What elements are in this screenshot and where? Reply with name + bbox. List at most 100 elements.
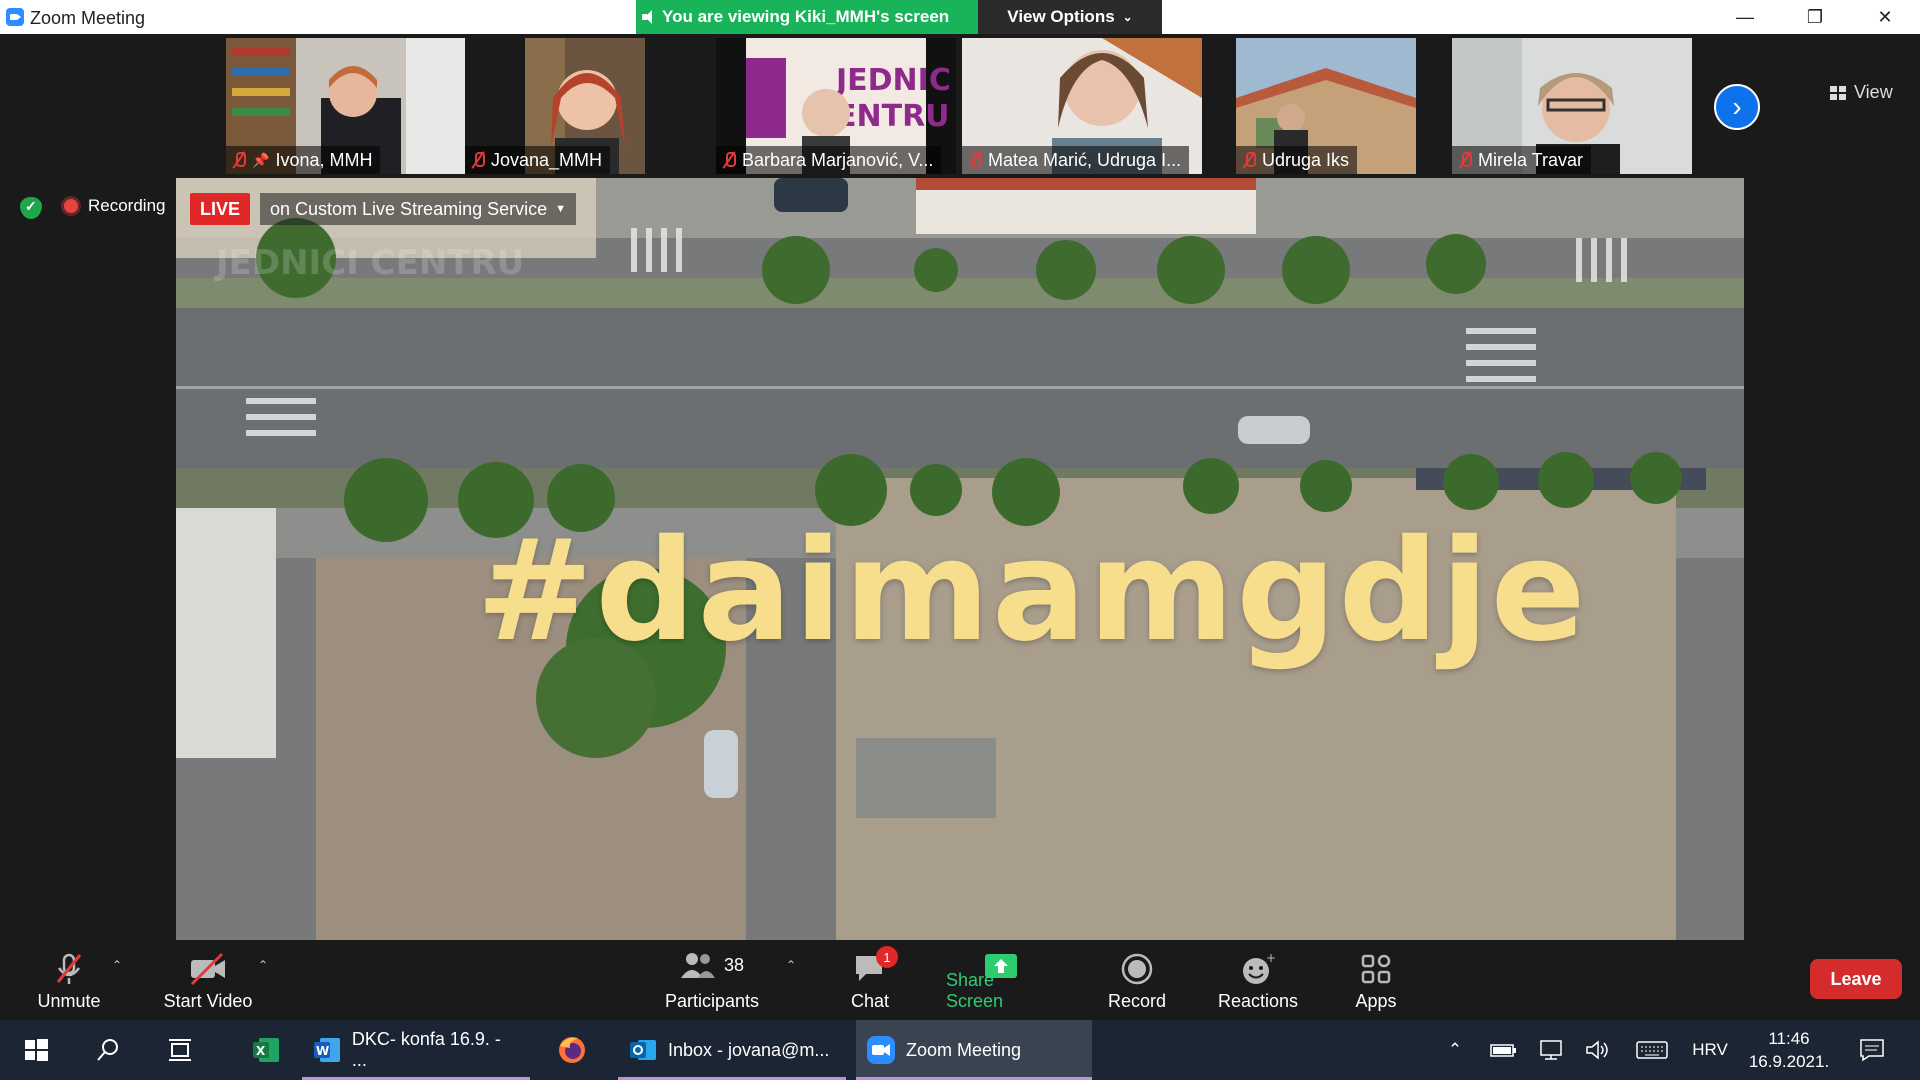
recording-indicator[interactable]: Recording <box>64 196 166 216</box>
system-clock[interactable]: 11:46 16.9.2021. <box>1744 1027 1834 1073</box>
view-options-button[interactable]: View Options ⌄ <box>978 0 1162 34</box>
mic-muted-icon <box>232 151 246 169</box>
participant-name: Jovana_MMH <box>491 149 603 170</box>
reactions-button[interactable]: + Reactions <box>1212 946 1304 1016</box>
view-button[interactable]: View <box>1830 82 1893 103</box>
show-hidden-icons-button[interactable]: ⌃ <box>1440 1020 1470 1080</box>
taskbar-word[interactable]: W DKC- konfa 16.9. - ... <box>302 1020 530 1080</box>
chat-label: Chat <box>850 991 890 1011</box>
keyboard-icon[interactable] <box>1632 1020 1672 1080</box>
view-options-label: View Options <box>1007 7 1115 26</box>
share-screen-button[interactable]: Share Screen <box>946 946 1056 1016</box>
participant-tile[interactable]: JEDNIC ENTRU Barbara Marjanović, V... <box>716 38 956 174</box>
participant-name: Ivona, MMH <box>275 149 373 170</box>
mic-muted-icon <box>471 151 485 169</box>
taskbar-zoom[interactable]: Zoom Meeting <box>856 1020 1092 1080</box>
start-button[interactable] <box>14 1020 58 1080</box>
clock-date: 16.9.2021. <box>1748 1052 1830 1071</box>
video-options-caret[interactable]: ⌃ <box>258 958 268 972</box>
leave-button[interactable]: Leave <box>1810 959 1902 999</box>
apps-icon <box>1361 954 1391 984</box>
grid-view-icon <box>1830 85 1846 100</box>
participant-tile[interactable]: Jovana_MMH <box>465 38 705 174</box>
close-icon: ✕ <box>1877 6 1893 27</box>
taskbar-excel[interactable]: X <box>234 1020 298 1080</box>
taskbar-outlook[interactable]: Inbox - jovana@m... <box>618 1020 846 1080</box>
title-bar: Zoom Meeting You are viewing Kiki_MMH's … <box>0 0 1920 34</box>
apps-label: Apps <box>1355 991 1397 1011</box>
participant-name-tag: Barbara Marjanović, V... <box>716 146 942 174</box>
svg-text:+: + <box>1266 952 1276 965</box>
keyboard-glyph <box>1636 1041 1668 1059</box>
notifications-icon <box>1860 1039 1884 1062</box>
task-view-icon <box>169 1039 191 1061</box>
task-view-button[interactable] <box>158 1020 202 1080</box>
viewing-banner-text: You are viewing Kiki_MMH's screen <box>662 7 950 26</box>
record-label: Record <box>1107 991 1167 1011</box>
input-language[interactable]: HRV <box>1686 1020 1734 1080</box>
clock-time: 11:46 <box>1768 1029 1810 1048</box>
chat-button[interactable]: 1 Chat <box>838 946 902 1016</box>
record-icon <box>1121 953 1153 985</box>
network-icon[interactable] <box>1534 1020 1570 1080</box>
apps-button[interactable]: Apps <box>1346 946 1406 1016</box>
unmute-button[interactable]: Unmute <box>28 946 110 1016</box>
firefox-icon <box>559 1037 585 1063</box>
mic-muted-icon <box>722 151 736 169</box>
minimize-button[interactable]: — <box>1710 0 1780 34</box>
minimize-icon: — <box>1736 6 1754 27</box>
restore-button[interactable]: ❐ <box>1780 0 1850 34</box>
participant-tile[interactable]: Matea Marić, Udruga I... <box>962 38 1202 174</box>
participants-icon <box>680 953 715 978</box>
security-shield-icon[interactable] <box>20 197 42 219</box>
participant-tile[interactable]: Mirela Travar <box>1452 38 1692 174</box>
notifications-button[interactable] <box>1850 1020 1894 1080</box>
battery-icon[interactable] <box>1486 1020 1522 1080</box>
participant-thumbnail-strip: 📌 Ivona, MMH Jovana_MMH JEDNIC ENTRU Bar… <box>0 34 1920 176</box>
pin-icon: 📌 <box>252 151 270 168</box>
participant-name: Mirela Travar <box>1478 149 1584 170</box>
battery-glyph <box>1490 1044 1516 1057</box>
chevron-up-icon: ⌃ <box>1447 1040 1463 1059</box>
participant-name-tag: 📌 Ivona, MMH <box>226 146 381 174</box>
participants-options-caret[interactable]: ⌃ <box>786 958 796 972</box>
chevron-down-icon: ▼ <box>555 203 567 215</box>
volume-icon[interactable] <box>1580 1020 1616 1080</box>
next-page-button[interactable]: › <box>1714 84 1760 130</box>
close-button[interactable]: ✕ <box>1850 0 1920 34</box>
search-icon <box>97 1039 118 1061</box>
audio-options-caret[interactable]: ⌃ <box>112 958 122 972</box>
start-video-label: Start Video <box>163 991 253 1011</box>
chevron-right-icon: › <box>1732 91 1742 122</box>
participant-name-tag: Udruga Iks <box>1236 146 1358 174</box>
recording-label: Recording <box>88 196 166 215</box>
svg-text:JEDNICI CENTRU: JEDNICI CENTRU <box>214 243 524 283</box>
participant-name-tag: Mirela Travar <box>1452 146 1592 174</box>
zoom-app-icon <box>6 8 24 26</box>
record-dot-icon <box>64 199 78 213</box>
reactions-label: Reactions <box>1217 991 1299 1011</box>
participant-name-tag: Jovana_MMH <box>465 146 611 174</box>
streaming-label: on Custom Live Streaming Service <box>270 198 548 219</box>
video-off-icon <box>190 952 225 986</box>
participants-label: Participants <box>664 991 760 1011</box>
participant-name: Barbara Marjanović, V... <box>742 149 934 170</box>
share-screen-icon <box>985 954 1017 978</box>
hashtag-text: #daimamgdje <box>476 510 1588 673</box>
participants-button[interactable]: 38 Participants <box>660 946 764 1016</box>
taskbar-firefox[interactable] <box>540 1020 604 1080</box>
start-video-button[interactable]: Start Video <box>158 946 258 1016</box>
viewing-screen-banner: You are viewing Kiki_MMH's screen <box>636 0 978 34</box>
mic-muted-icon <box>1458 151 1472 169</box>
svg-text:JEDNIC: JEDNIC <box>834 63 951 98</box>
word-icon: W <box>314 1038 340 1062</box>
record-button[interactable]: Record <box>1100 946 1174 1016</box>
outlook-icon <box>630 1040 656 1060</box>
search-button[interactable] <box>86 1020 130 1080</box>
live-streaming-indicator[interactable]: on Custom Live Streaming Service ▼ <box>260 193 577 225</box>
participant-tile[interactable]: 📌 Ivona, MMH <box>226 38 466 174</box>
speaker-icon <box>642 10 656 24</box>
taskbar-outlook-label: Inbox - jovana@m... <box>668 1039 830 1060</box>
view-button-label: View <box>1854 82 1893 102</box>
participant-tile[interactable]: Udruga Iks <box>1236 38 1416 174</box>
